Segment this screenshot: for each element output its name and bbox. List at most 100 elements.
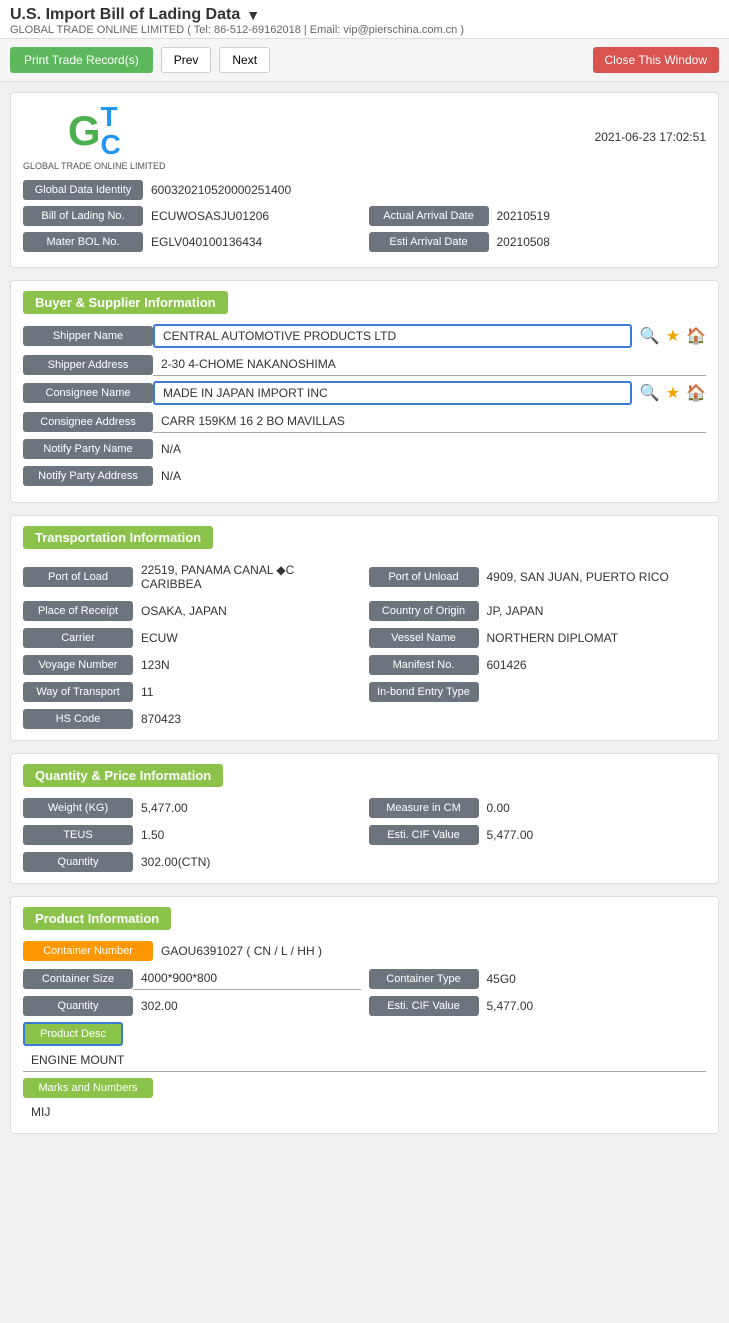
shipper-search-icon[interactable]: 🔍 [640, 326, 660, 346]
product-card: Product Information Container Number GAO… [10, 896, 719, 1134]
bol-arrival-row: Bill of Lading No. ECUWOSASJU01206 Actua… [23, 205, 706, 227]
qty-esti-cif-label: Esti. CIF Value [369, 825, 479, 845]
hs-code-row: HS Code 870423 [23, 708, 706, 730]
voyage-number-value: 123N [133, 654, 361, 676]
transport-grid: Port of Load 22519, PANAMA CANAL ◆C CARI… [23, 559, 706, 730]
page-header: U.S. Import Bill of Lading Data ▼ GLOBAL… [0, 0, 729, 39]
notify-party-address-row: Notify Party Address N/A [23, 465, 706, 487]
qty-value: 302.00(CTN) [133, 851, 361, 873]
weight-value: 5,477.00 [133, 797, 361, 819]
notify-party-address-label: Notify Party Address [23, 466, 153, 486]
shipper-icons: 🔍 ★ 🏠 [640, 326, 706, 346]
manifest-no-value: 601426 [479, 654, 707, 676]
carrier-label: Carrier [23, 628, 133, 648]
product-esti-cif-value: 5,477.00 [479, 995, 707, 1017]
global-data-label: Global Data Identity [23, 180, 143, 200]
page-title: U.S. Import Bill of Lading Data [10, 6, 240, 24]
company-logo: G T C GLOBAL TRADE ONLINE LIMITED [23, 103, 166, 171]
consignee-name-value: MADE IN JAPAN IMPORT INC [153, 381, 632, 405]
transportation-header: Transportation Information [23, 526, 213, 549]
logo-t: T [100, 103, 120, 131]
product-qty-value: 302.00 [133, 995, 361, 1017]
shipper-star-icon[interactable]: ★ [666, 326, 680, 346]
consignee-star-icon[interactable]: ★ [666, 383, 680, 403]
vessel-name-label: Vessel Name [369, 628, 479, 648]
country-origin-label: Country of Origin [369, 601, 479, 621]
product-qty-label: Quantity [23, 996, 133, 1016]
notify-party-name-value: N/A [153, 438, 706, 460]
shipper-address-label: Shipper Address [23, 355, 153, 375]
actual-arrival-value: 20210519 [489, 205, 707, 227]
container-size-type-row: Container Size 4000*900*800 Container Ty… [23, 967, 706, 990]
teus-value: 1.50 [133, 824, 361, 846]
master-bol-label: Mater BOL No. [23, 232, 143, 252]
consignee-home-icon[interactable]: 🏠 [686, 383, 706, 403]
bol-label: Bill of Lading No. [23, 206, 143, 226]
prev-button[interactable]: Prev [161, 47, 212, 73]
print-button[interactable]: Print Trade Record(s) [10, 47, 153, 73]
port-load-unload-row: Port of Load 22519, PANAMA CANAL ◆C CARI… [23, 559, 706, 595]
logo-g: G [68, 110, 101, 152]
port-unload-value: 4909, SAN JUAN, PUERTO RICO [479, 566, 707, 588]
teus-label: TEUS [23, 825, 133, 845]
measure-value: 0.00 [479, 797, 707, 819]
container-type-value: 45G0 [479, 968, 707, 990]
weight-label: Weight (KG) [23, 798, 133, 818]
inbond-entry-label: In-bond Entry Type [369, 682, 479, 702]
buyer-supplier-header: Buyer & Supplier Information [23, 291, 228, 314]
shipper-home-icon[interactable]: 🏠 [686, 326, 706, 346]
marks-value: MIJ [23, 1101, 706, 1123]
dropdown-icon[interactable]: ▼ [246, 7, 260, 23]
qty-label: Quantity [23, 852, 133, 872]
weight-measure-row: Weight (KG) 5,477.00 Measure in CM 0.00 [23, 797, 706, 819]
port-unload-label: Port of Unload [369, 567, 479, 587]
global-data-value: 600320210520000251400 [143, 179, 706, 201]
way-transport-label: Way of Transport [23, 682, 133, 702]
measure-label: Measure in CM [369, 798, 479, 818]
logo-text: GLOBAL TRADE ONLINE LIMITED [23, 161, 166, 171]
shipper-address-value: 2-30 4-CHOME NAKANOSHIMA [153, 353, 706, 376]
master-bol-esti-row: Mater BOL No. EGLV040100136434 Esti Arri… [23, 231, 706, 253]
global-data-row: Global Data Identity 6003202105200002514… [23, 179, 706, 201]
consignee-search-icon[interactable]: 🔍 [640, 383, 660, 403]
consignee-address-value: CARR 159KM 16 2 BO MAVILLAS [153, 410, 706, 433]
notify-party-name-row: Notify Party Name N/A [23, 438, 706, 460]
way-inbond-row: Way of Transport 11 In-bond Entry Type [23, 681, 706, 703]
timestamp: 2021-06-23 17:02:51 [595, 130, 706, 144]
bol-value: ECUWOSASJU01206 [143, 205, 361, 227]
logo-c: C [100, 131, 120, 159]
inbond-entry-value [479, 688, 707, 696]
buyer-supplier-card: Buyer & Supplier Information Shipper Nam… [10, 280, 719, 503]
toolbar: Print Trade Record(s) Prev Next Close Th… [0, 39, 729, 82]
port-load-label: Port of Load [23, 567, 133, 587]
consignee-icons: 🔍 ★ 🏠 [640, 383, 706, 403]
consignee-name-label: Consignee Name [23, 383, 153, 403]
notify-party-name-label: Notify Party Name [23, 439, 153, 459]
vessel-name-value: NORTHERN DIPLOMAT [479, 627, 707, 649]
shipper-address-row: Shipper Address 2-30 4-CHOME NAKANOSHIMA [23, 353, 706, 376]
next-button[interactable]: Next [219, 47, 270, 73]
container-number-value: GAOU6391027 ( CN / L / HH ) [153, 940, 706, 962]
country-origin-value: JP, JAPAN [479, 600, 707, 622]
quantity-price-card: Quantity & Price Information Weight (KG)… [10, 753, 719, 884]
product-desc-row: Product Desc [23, 1022, 706, 1046]
product-desc-value: ENGINE MOUNT [23, 1049, 706, 1072]
transportation-card: Transportation Information Port of Load … [10, 515, 719, 741]
qty-esti-cif-value: 5,477.00 [479, 824, 707, 846]
close-button[interactable]: Close This Window [593, 47, 719, 73]
marks-row: Marks and Numbers [23, 1078, 706, 1098]
shipper-name-label: Shipper Name [23, 326, 153, 346]
container-number-row: Container Number GAOU6391027 ( CN / L / … [23, 940, 706, 962]
main-content: G T C GLOBAL TRADE ONLINE LIMITED 2021-0… [0, 82, 729, 1156]
consignee-name-row: Consignee Name MADE IN JAPAN IMPORT INC … [23, 381, 706, 405]
page-subtitle: GLOBAL TRADE ONLINE LIMITED ( Tel: 86-51… [10, 24, 719, 36]
place-receipt-value: OSAKA, JAPAN [133, 600, 361, 622]
esti-arrival-label: Esti Arrival Date [369, 232, 489, 252]
container-type-label: Container Type [369, 969, 479, 989]
place-country-row: Place of Receipt OSAKA, JAPAN Country of… [23, 600, 706, 622]
port-load-value: 22519, PANAMA CANAL ◆C CARIBBEA [133, 559, 361, 595]
shipper-name-value: CENTRAL AUTOMOTIVE PRODUCTS LTD [153, 324, 632, 348]
quantity-row: Quantity 302.00(CTN) [23, 851, 706, 873]
teus-cif-row: TEUS 1.50 Esti. CIF Value 5,477.00 [23, 824, 706, 846]
esti-arrival-value: 20210508 [489, 231, 707, 253]
